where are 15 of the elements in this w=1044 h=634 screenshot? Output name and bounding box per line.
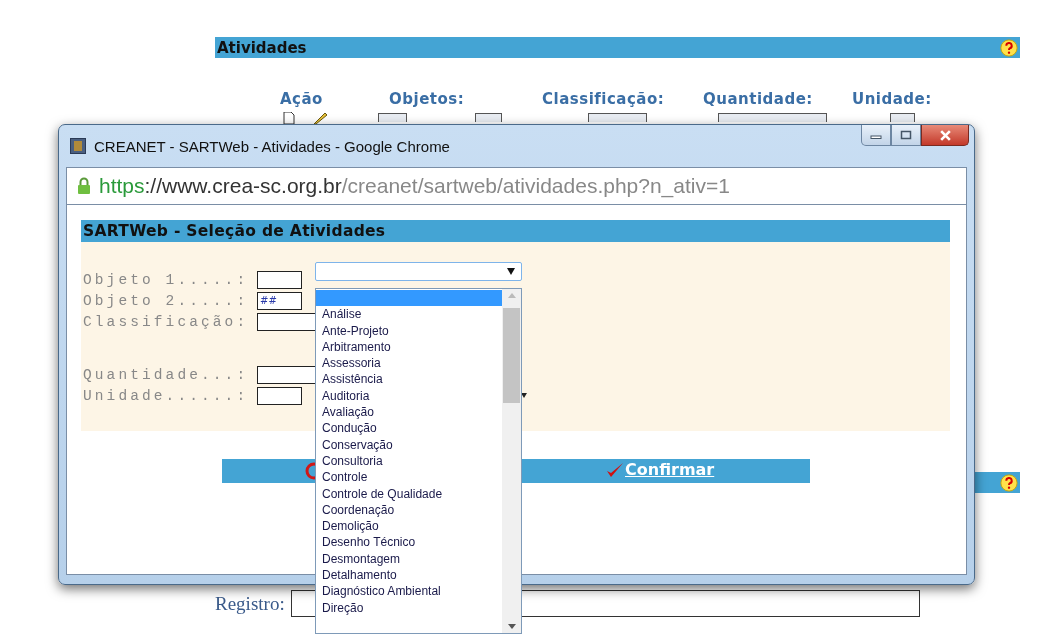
- column-header: Ação: [280, 90, 324, 110]
- column-header: Unidade:: [852, 90, 933, 110]
- registro-label: Registro:: [215, 592, 285, 615]
- column-header: Objetos:: [389, 90, 466, 110]
- field-label: Objeto 2.....:: [82, 292, 250, 309]
- column-header: Classificação:: [542, 90, 666, 110]
- address-url: https://www.crea-sc.org.br/creanet/sartweb/atividades.php?n_ativ=1: [99, 174, 730, 198]
- field-label: Objeto 1.....:: [82, 271, 250, 288]
- field-label: Quantidade...:: [82, 366, 250, 383]
- field-label: Unidade......:: [82, 387, 250, 404]
- column-header: Quantidade:: [703, 90, 814, 110]
- window-title: CREANET - SARTWeb - Atividades - Google Chrome: [94, 137, 450, 155]
- form-heading: SARTWeb - Seleção de Atividades: [83, 222, 386, 240]
- section-title: Atividades: [217, 38, 307, 57]
- field-label: Classificação:: [82, 313, 250, 330]
